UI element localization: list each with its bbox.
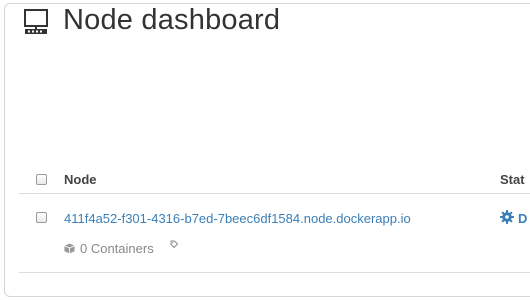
node-status: D — [518, 211, 528, 226]
container-count: 0 Containers — [80, 241, 154, 256]
cube-icon — [64, 243, 75, 254]
column-header-node[interactable]: Node — [64, 172, 97, 187]
server-icon — [24, 9, 48, 34]
header-divider — [19, 193, 530, 194]
tag-icon — [170, 240, 178, 248]
select-all-checkbox[interactable] — [36, 174, 47, 185]
row-divider — [19, 272, 530, 273]
page-title: Node dashboard — [63, 4, 281, 36]
column-header-status[interactable]: Stat — [500, 172, 525, 187]
gear-icon — [500, 210, 514, 224]
node-link[interactable]: 411f4a52-f301-4316-b7ed-7beec6df1584.nod… — [64, 211, 411, 226]
row-checkbox[interactable] — [36, 212, 47, 223]
